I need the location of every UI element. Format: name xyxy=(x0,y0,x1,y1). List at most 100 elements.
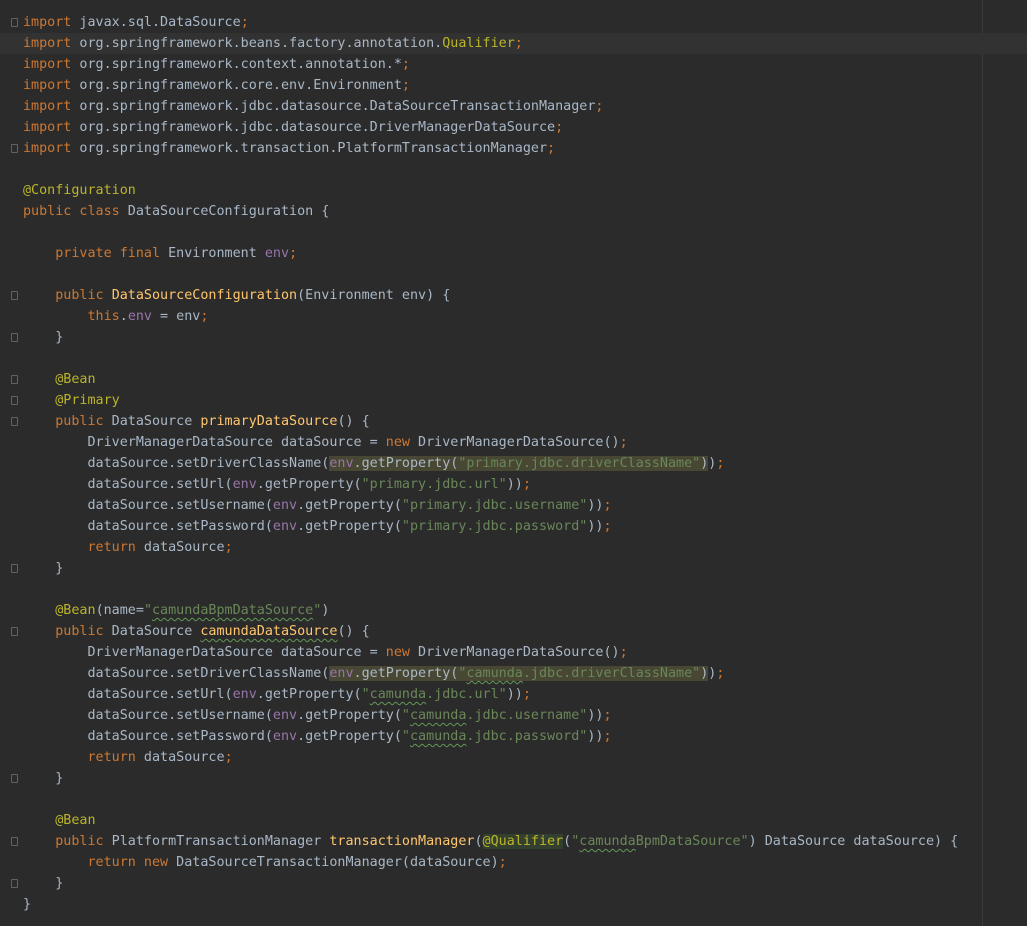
code-line[interactable] xyxy=(0,159,1027,180)
code-token: public xyxy=(55,288,104,303)
code-token: camunda xyxy=(466,666,523,681)
code-line[interactable]: } xyxy=(0,558,1027,579)
code-line[interactable]: @Bean(name="camundaBpmDataSource") xyxy=(0,600,1027,621)
code-line[interactable] xyxy=(0,264,1027,285)
code-token: DriverManagerDataSource() xyxy=(409,435,620,450)
code-token: .getProperty( xyxy=(256,687,362,702)
code-token: ; xyxy=(401,57,410,72)
code-line[interactable] xyxy=(0,789,1027,810)
code-editor[interactable]: import javax.sql.DataSource; import org.s… xyxy=(0,0,1027,926)
code-token: dataSource xyxy=(135,540,225,555)
code-line[interactable]: dataSource.setPassword(env.getProperty("… xyxy=(0,726,1027,747)
code-token: @Configuration xyxy=(23,183,136,198)
code-token: javax.sql.DataSource xyxy=(71,15,241,30)
code-line[interactable]: public DataSourceConfiguration(Environme… xyxy=(0,285,1027,306)
code-token: } xyxy=(23,771,64,786)
code-line[interactable]: this.env = env; xyxy=(0,306,1027,327)
code-line[interactable]: dataSource.setDriverClassName(env.getPro… xyxy=(0,663,1027,684)
code-line[interactable]: dataSource.setUsername(env.getProperty("… xyxy=(0,495,1027,516)
code-line[interactable]: import org.springframework.transaction.P… xyxy=(0,138,1027,159)
code-token: ; xyxy=(498,855,507,870)
code-token: ( xyxy=(474,834,483,849)
code-line[interactable] xyxy=(0,579,1027,600)
code-token: dataSource.setPassword( xyxy=(23,729,273,744)
code-line[interactable]: } xyxy=(0,873,1027,894)
code-token: .getProperty( xyxy=(353,456,459,471)
code-token: @Bean xyxy=(55,603,96,618)
code-token: import xyxy=(23,36,72,51)
code-line[interactable]: import org.springframework.core.env.Envi… xyxy=(0,75,1027,96)
code-token: dataSource.setDriverClassName( xyxy=(23,666,330,681)
code-token: dataSource.setUrl( xyxy=(23,477,233,492)
code-line[interactable]: return dataSource; xyxy=(0,747,1027,768)
code-token: DataSourceTransactionManager(dataSource) xyxy=(168,855,499,870)
code-line[interactable]: dataSource.setUrl(env.getProperty("prima… xyxy=(0,474,1027,495)
code-token: ; xyxy=(595,99,604,114)
code-token: ; xyxy=(619,645,628,660)
code-line[interactable]: import javax.sql.DataSource; xyxy=(0,12,1027,33)
code-line[interactable]: @Primary xyxy=(0,390,1027,411)
code-token: @Bean xyxy=(55,813,96,828)
code-line[interactable] xyxy=(0,222,1027,243)
code-token: transactionManager xyxy=(329,834,475,849)
code-line[interactable]: return new DataSourceTransactionManager(… xyxy=(0,852,1027,873)
code-line[interactable]: public DataSource camundaDataSource() { xyxy=(0,621,1027,642)
code-token: dataSource xyxy=(135,750,225,765)
code-token: DataSourceConfiguration { xyxy=(119,204,330,219)
code-line[interactable]: public DataSource primaryDataSource() { xyxy=(0,411,1027,432)
code-line[interactable]: @Bean xyxy=(0,369,1027,390)
code-line[interactable] xyxy=(0,348,1027,369)
code-line[interactable]: @Bean xyxy=(0,810,1027,831)
code-line[interactable]: public class DataSourceConfiguration { xyxy=(0,201,1027,222)
code-line[interactable]: dataSource.setUrl(env.getProperty("camun… xyxy=(0,684,1027,705)
code-token: public xyxy=(55,834,104,849)
code-token: "primary.jdbc.username" xyxy=(401,498,588,513)
code-line[interactable]: import org.springframework.jdbc.datasour… xyxy=(0,96,1027,117)
code-line[interactable]: import org.springframework.context.annot… xyxy=(0,54,1027,75)
code-line[interactable]: dataSource.setUsername(env.getProperty("… xyxy=(0,705,1027,726)
code-token: env xyxy=(127,309,152,324)
code-line[interactable]: DriverManagerDataSource dataSource = new… xyxy=(0,642,1027,663)
code-line[interactable]: public PlatformTransactionManager transa… xyxy=(0,831,1027,852)
code-line[interactable]: import org.springframework.beans.factory… xyxy=(0,33,1027,54)
code-token: ; xyxy=(522,477,531,492)
code-token: ; xyxy=(603,519,612,534)
code-token: env xyxy=(329,666,354,681)
code-token: this xyxy=(87,309,120,324)
code-token: BpmDataSource" xyxy=(635,834,749,849)
code-line[interactable]: return dataSource; xyxy=(0,537,1027,558)
code-line[interactable]: } xyxy=(0,768,1027,789)
code-token: = env xyxy=(152,309,201,324)
code-token: .getProperty( xyxy=(256,477,362,492)
code-token: ) DataSource dataSource) { xyxy=(748,834,959,849)
code-token: .getProperty( xyxy=(297,519,402,534)
code-line[interactable]: } xyxy=(0,327,1027,348)
code-line[interactable]: dataSource.setDriverClassName(env.getPro… xyxy=(0,453,1027,474)
code-line[interactable]: import org.springframework.jdbc.datasour… xyxy=(0,117,1027,138)
code-token: return xyxy=(87,750,136,765)
code-token: private final xyxy=(55,246,161,261)
code-line[interactable]: DriverManagerDataSource dataSource = new… xyxy=(0,432,1027,453)
code-token: env xyxy=(232,477,257,492)
code-token: env xyxy=(264,246,290,261)
code-token: @Bean xyxy=(55,372,96,387)
code-line[interactable]: dataSource.setPassword(env.getProperty("… xyxy=(0,516,1027,537)
code-token: env xyxy=(272,729,298,744)
code-token: camunda xyxy=(409,708,467,723)
code-line[interactable]: @Configuration xyxy=(0,180,1027,201)
code-token: import xyxy=(23,99,72,114)
code-token: org.springframework.core.env.Environment xyxy=(71,78,402,93)
code-token: .getProperty( xyxy=(353,666,459,681)
code-token: camundaBpmDataSource xyxy=(152,603,314,618)
code-line[interactable]: } xyxy=(0,894,1027,915)
code-token: .getProperty( xyxy=(297,708,402,723)
code-token: .getProperty( xyxy=(297,498,402,513)
code-token: .jdbc.driverClassName" xyxy=(522,666,701,681)
code-line[interactable]: private final Environment env; xyxy=(0,243,1027,264)
